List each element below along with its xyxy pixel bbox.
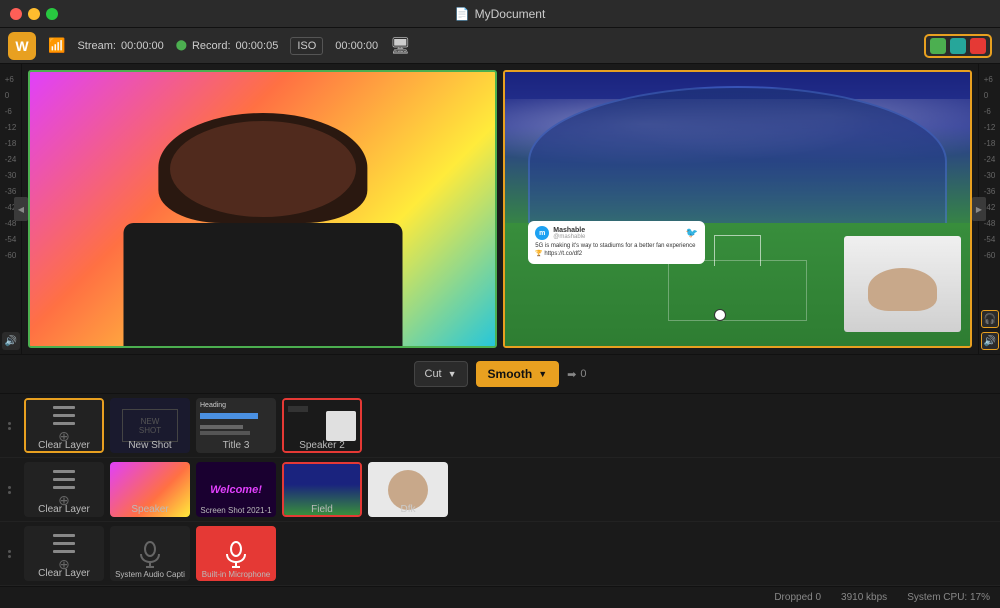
monitor-icon: 🖥 — [390, 36, 410, 56]
record-red-button[interactable] — [970, 38, 986, 54]
main-area: +6 0 -6 -12 -18 -24 -30 -36 -42 -48 -54 … — [0, 64, 1000, 354]
preview-left[interactable] — [28, 70, 497, 348]
scene-item-new-shot[interactable]: NEWSHOT New Shot — [110, 398, 190, 453]
scene-row-3: ⊕ Clear Layer System Audio Capti — [0, 522, 1000, 586]
scene-item-clear-layer-2[interactable]: ⊕ Clear Layer — [24, 462, 104, 517]
tweet-avatar: m — [535, 226, 549, 240]
scene-label-clear-layer-2: Clear Layer — [24, 504, 104, 515]
scene-row-1: ⊕ Clear Layer NEWSHOT New Shot Headin — [0, 394, 1000, 458]
scene-label-new-shot: New Shot — [110, 440, 190, 451]
scene-row-2: ⊕ Clear Layer Speaker Welcome! Screen Sh… — [0, 458, 1000, 522]
twitter-icon: 🐦 — [685, 228, 697, 239]
record-icon: ⬤ — [176, 40, 187, 51]
preview-right[interactable]: m Mashable @mashable 🐦 5G is making it's… — [503, 70, 972, 348]
pip-camera — [844, 236, 960, 332]
preview-area: m Mashable @mashable 🐦 5G is making it's… — [22, 64, 978, 354]
cut-select[interactable]: Cut ▼ — [414, 361, 468, 387]
record-green-button[interactable] — [930, 38, 946, 54]
collapse-left-button[interactable]: ◀ — [14, 197, 28, 221]
scene-label-builtin-mic: Built-in Microphone — [196, 570, 276, 579]
cpu-status: System CPU: 17% — [907, 592, 990, 603]
tweet-overlay: m Mashable @mashable 🐦 5G is making it's… — [528, 221, 705, 264]
smooth-label: Smooth — [488, 367, 533, 381]
scene-item-screenshot[interactable]: Welcome! Screen Shot 2021-1 — [196, 462, 276, 517]
tweet-header: m Mashable @mashable 🐦 — [535, 226, 698, 240]
dropped-status: Dropped 0 — [774, 592, 821, 603]
toolbar: W 📶 Stream: 00:00:00 ⬤ Record: 00:00:05 … — [0, 28, 1000, 64]
row-handle-3 — [8, 550, 18, 558]
app-logo[interactable]: W — [8, 32, 36, 60]
audio-right-button[interactable]: 🔊 — [981, 332, 999, 350]
scene-item-system-audio[interactable]: System Audio Capti — [110, 526, 190, 581]
iso-indicator: 00:00:00 — [335, 40, 378, 52]
scene-label-title3: Title 3 — [196, 440, 276, 451]
title-bar: 📄 MyDocument — [0, 0, 1000, 28]
cut-label: Cut — [425, 368, 442, 380]
wifi-indicator: 📶 — [48, 37, 65, 54]
scene-item-clear-layer-3[interactable]: ⊕ Clear Layer — [24, 526, 104, 581]
arrow-icon: ➡ — [567, 368, 576, 381]
scene-item-builtin-mic[interactable]: Built-in Microphone — [196, 526, 276, 581]
scene-item-title3[interactable]: Heading Title 3 — [196, 398, 276, 453]
cut-chevron-icon: ▼ — [448, 369, 457, 379]
stream-time: 00:00:00 — [121, 40, 164, 52]
scene-label-speaker: Speaker — [110, 504, 190, 515]
close-button[interactable] — [10, 8, 22, 20]
traffic-lights — [10, 8, 58, 20]
wifi-icon: 📶 — [48, 37, 65, 54]
transition-counter: 0 — [580, 368, 586, 380]
scene-label-dfk: Dfk — [368, 504, 448, 515]
scene-item-speaker2[interactable]: Speaker 2 — [282, 398, 362, 453]
scenes-area: ⊕ Clear Layer NEWSHOT New Shot Headin — [0, 394, 1000, 586]
scene-item-field[interactable]: Field — [282, 462, 362, 517]
scene-label-clear-layer-3: Clear Layer — [24, 568, 104, 579]
smooth-chevron-icon: ▼ — [538, 369, 547, 379]
stream-label: Stream: — [77, 40, 116, 52]
monitor-icon-btn[interactable]: 🖥 — [390, 36, 410, 56]
record-button-group — [924, 34, 992, 58]
scene-label-speaker2: Speaker 2 — [282, 440, 362, 451]
status-bar: Dropped 0 3910 kbps System CPU: 17% — [0, 586, 1000, 608]
tweet-handle: @mashable — [553, 234, 585, 240]
preview-left-bg — [30, 72, 495, 346]
row-handle-1 — [8, 422, 18, 430]
pip-person-bg — [844, 236, 960, 332]
scene-label-clear-layer-1: Clear Layer — [24, 440, 104, 451]
smooth-button[interactable]: Smooth ▼ — [476, 361, 560, 387]
vu-labels-right: +6 0 -6 -12 -18 -24 -30 -36 -42 -48 -54 … — [984, 68, 996, 264]
scene-label-screenshot: Screen Shot 2021-1 — [196, 506, 276, 515]
tweet-text: 5G is making it's way to stadiums for a … — [535, 242, 698, 259]
audio-left-button[interactable]: 🔊 — [2, 332, 20, 350]
preview-right-bg: m Mashable @mashable 🐦 5G is making it's… — [505, 72, 970, 346]
scene-label-field: Field — [282, 504, 362, 515]
vu-labels-left: +6 0 -6 -12 -18 -24 -30 -36 -42 -48 -54 … — [5, 68, 17, 264]
record-time: 00:00:05 — [236, 40, 279, 52]
vu-meter-left: +6 0 -6 -12 -18 -24 -30 -36 -42 -48 -54 … — [0, 64, 22, 354]
record-teal-button[interactable] — [950, 38, 966, 54]
vu-meter-right: +6 0 -6 -12 -18 -24 -30 -36 -42 -48 -54 … — [978, 64, 1000, 354]
transition-bar: Cut ▼ Smooth ▼ ➡ 0 — [0, 354, 1000, 394]
iso-time: 00:00:00 — [335, 40, 378, 52]
collapse-right-button[interactable]: ▶ — [972, 197, 986, 221]
record-indicator: ⬤ Record: 00:00:05 — [176, 40, 279, 52]
minimize-button[interactable] — [28, 8, 40, 20]
iso-label-btn[interactable]: ISO — [290, 37, 323, 55]
scene-item-speaker[interactable]: Speaker — [110, 462, 190, 517]
headphone-right-button[interactable]: 🎧 — [981, 310, 999, 328]
scene-label-system-audio: System Audio Capti — [110, 570, 190, 579]
scene-item-dfk[interactable]: Dfk — [368, 462, 448, 517]
bitrate-status: 3910 kbps — [841, 592, 887, 603]
maximize-button[interactable] — [46, 8, 58, 20]
window-title: 📄 MyDocument — [455, 7, 546, 21]
row-handle-2 — [8, 486, 18, 494]
scene-item-clear-layer-1[interactable]: ⊕ Clear Layer — [24, 398, 104, 453]
tweet-name: Mashable — [553, 227, 585, 234]
transition-arrow[interactable]: ➡ 0 — [567, 368, 586, 381]
record-label: Record: — [192, 40, 231, 52]
stream-indicator: Stream: 00:00:00 — [77, 40, 163, 52]
document-icon: 📄 — [455, 7, 470, 21]
